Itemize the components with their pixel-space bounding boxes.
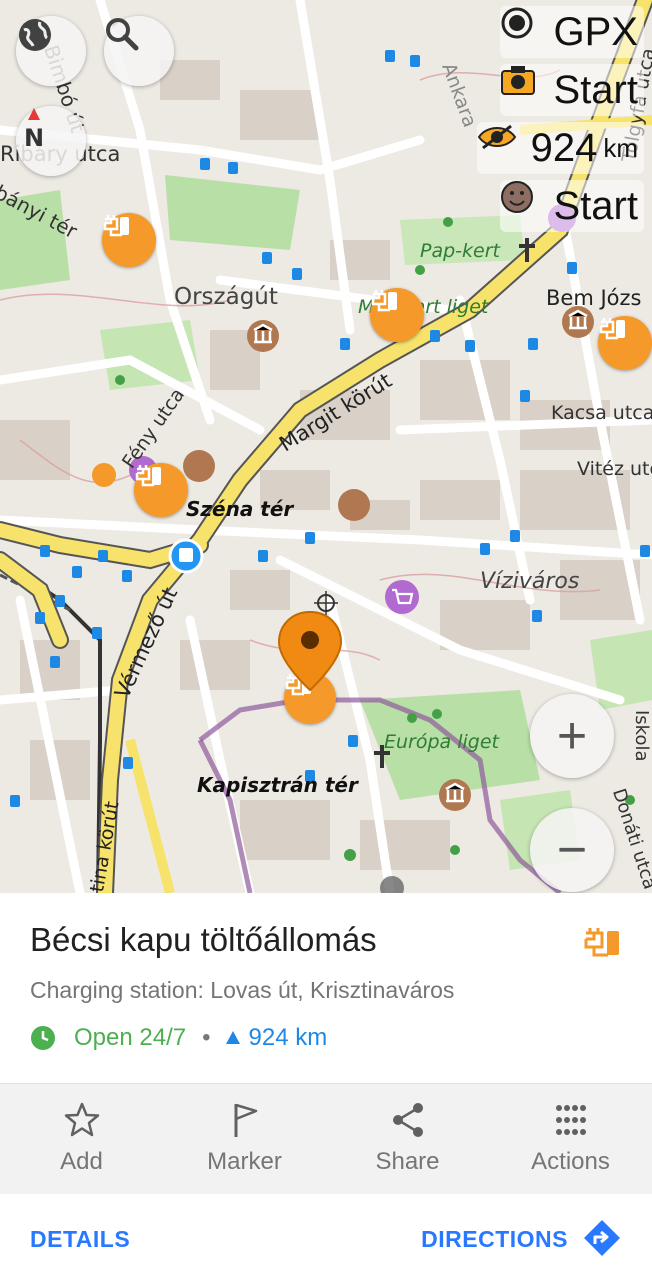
add-label: Add: [60, 1148, 103, 1175]
gpx-widget[interactable]: GPX: [499, 6, 644, 58]
record-dot-icon: [501, 7, 546, 52]
grid-dots-icon: [555, 1105, 586, 1135]
details-button[interactable]: DETAILS: [30, 1226, 130, 1253]
charging-poi-marker[interactable]: [134, 463, 188, 517]
place-subtitle: Charging station: Lovas út, Krisztinavár…: [30, 977, 455, 1003]
action-bar: Add Marker Share Actions: [0, 1083, 652, 1195]
map-label-kapisztran: Kapisztrán tér: [197, 773, 358, 797]
map-label-orszagut: Országút: [174, 284, 278, 310]
star-icon: [64, 1102, 99, 1137]
charging-poi-marker[interactable]: [598, 316, 652, 370]
svg-text:N: N: [24, 124, 44, 150]
marker-button[interactable]: Marker: [163, 1084, 326, 1194]
map-label-vizivaros: Víziváros: [480, 569, 580, 594]
search-button[interactable]: [104, 16, 174, 86]
opening-hours: Open 24/7: [74, 1024, 187, 1051]
bottom-action-bar: DETAILS DIRECTIONS: [0, 1194, 652, 1280]
start-smiley-widget[interactable]: Start: [499, 180, 644, 232]
map-label-szena-ter: Széna tér: [186, 497, 294, 521]
marker-label: Marker: [207, 1148, 282, 1175]
zoom-in-button[interactable]: +: [530, 694, 614, 778]
map-view[interactable]: Bimbó út Ribáry utca bányi tér Ankara Pa…: [0, 0, 652, 893]
zoom-out-button[interactable]: −: [530, 808, 614, 892]
map-label-europa-liget: Európa liget: [384, 731, 499, 753]
distance-unit: km: [603, 132, 638, 163]
charging-poi-marker[interactable]: [370, 288, 424, 342]
charging-station-icon: [599, 318, 625, 340]
actions-label: Actions: [531, 1148, 610, 1175]
map-label-kacsa-utca: Kacsa utca: [551, 402, 652, 424]
share-icon: [392, 1103, 423, 1137]
camera-icon: [500, 66, 546, 110]
start-camera-widget[interactable]: Start: [499, 64, 644, 116]
place-title: Bécsi kapu töltőállomás: [30, 921, 377, 958]
flag-icon: [234, 1103, 257, 1137]
charging-station-icon: [371, 290, 397, 312]
share-label: Share: [375, 1148, 440, 1175]
map-label-bem-jozsef: Bem Józs: [546, 286, 642, 310]
place-status-row: Open 24/7 • 924 km: [30, 1023, 327, 1053]
start-label-1: Start: [553, 67, 638, 112]
map-label-iskola: Iskola: [631, 710, 652, 762]
globe-icon: [19, 19, 51, 51]
start-label-2: Start: [553, 183, 638, 228]
distance-value: 924: [530, 125, 598, 170]
compass-button[interactable]: N: [16, 106, 86, 176]
place-info-panel: Bécsi kapu töltőállomás Charging station…: [0, 893, 652, 1280]
charging-poi-marker[interactable]: [102, 213, 156, 267]
share-button[interactable]: Share: [326, 1084, 489, 1194]
place-distance: 924 km: [248, 1024, 328, 1051]
charging-station-icon: [135, 465, 161, 487]
smiley-icon: [500, 181, 546, 226]
compass-north-icon: N: [24, 108, 44, 150]
directions-button[interactable]: DIRECTIONS: [421, 1226, 568, 1253]
poi-dot[interactable]: [92, 463, 116, 487]
add-button[interactable]: Add: [0, 1084, 163, 1194]
map-label-pap-kert: Pap-kert: [420, 240, 500, 262]
map-layers-button[interactable]: [16, 16, 86, 86]
search-icon: [106, 18, 139, 51]
direction-arrow-icon: [225, 1031, 240, 1044]
actions-button[interactable]: Actions: [489, 1084, 652, 1194]
separator-dot: •: [202, 1024, 211, 1051]
charging-station-icon: [103, 215, 129, 237]
distance-widget[interactable]: 924 km: [476, 122, 644, 174]
map-label-vitez-utca: Vitéz utca: [577, 458, 652, 480]
gpx-label: GPX: [553, 9, 638, 54]
selected-location-pin-icon[interactable]: [276, 610, 344, 692]
directions-icon[interactable]: [582, 1218, 622, 1258]
eye-icon: [477, 124, 523, 168]
clock-icon: [31, 1026, 55, 1050]
charging-station-icon: [584, 928, 619, 957]
